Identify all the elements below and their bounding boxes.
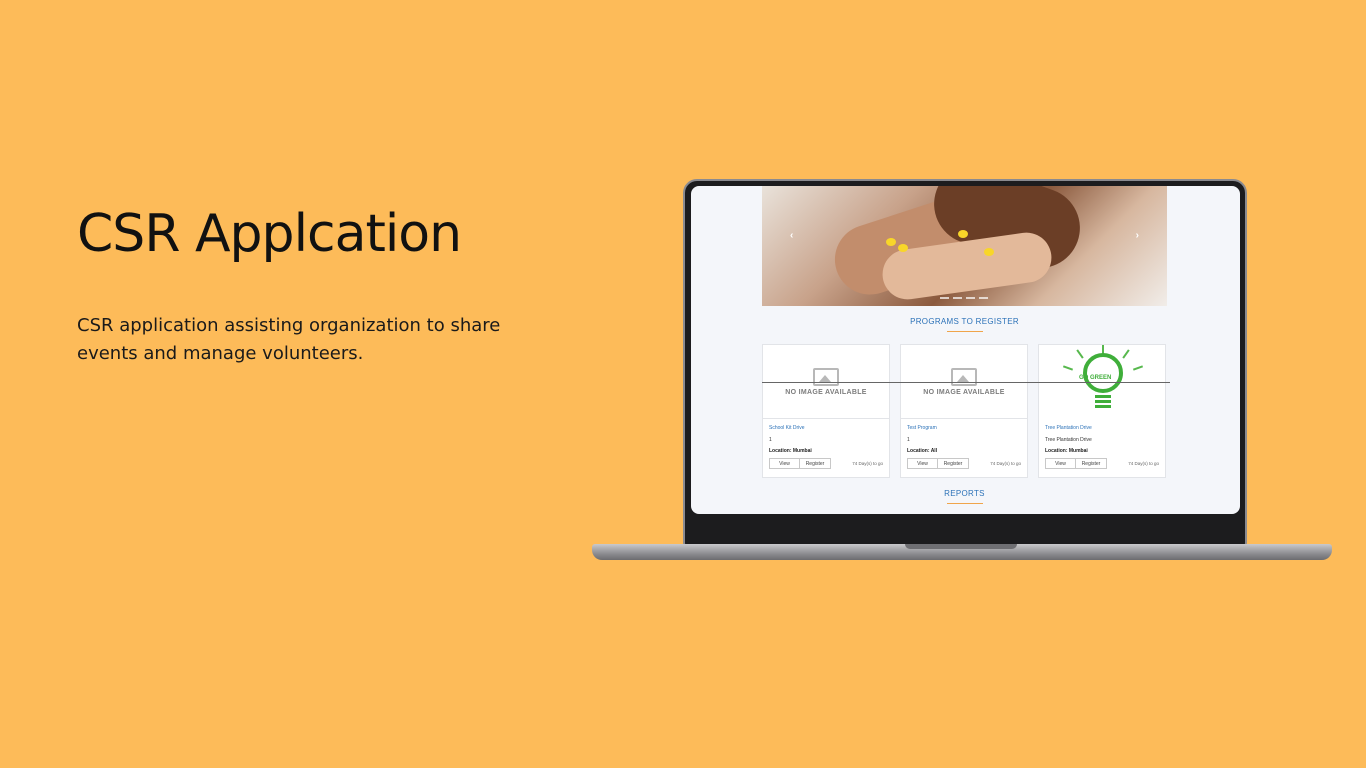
carousel-dot[interactable] — [940, 297, 949, 299]
register-button[interactable]: Register — [800, 458, 831, 469]
carousel-image-shape — [886, 238, 896, 246]
programs-underline — [947, 331, 983, 332]
divider-line — [762, 382, 1170, 383]
days-remaining: 74 Day(s) to go — [1128, 460, 1159, 466]
days-remaining: 74 Day(s) to go — [852, 460, 883, 466]
go-green-image-shape — [1132, 365, 1144, 371]
view-button[interactable]: View — [769, 458, 800, 469]
card-description: 1 — [769, 437, 772, 443]
card-location: Location: All — [907, 448, 938, 454]
card-location: Location: Mumbai — [769, 448, 812, 454]
go-green-image-shape — [1122, 349, 1130, 359]
chevron-right-icon[interactable]: › — [1136, 230, 1139, 241]
card-description: 1 — [907, 437, 910, 443]
program-card[interactable]: GO GREEN Tree Plantation Drive Tree Plan… — [1038, 344, 1166, 478]
card-title[interactable]: School Kit Drive — [769, 425, 883, 431]
go-green-image-shape — [1095, 395, 1111, 409]
carousel-dot[interactable] — [966, 297, 975, 299]
card-title[interactable]: Test Program — [907, 425, 1021, 431]
laptop-notch — [905, 544, 1017, 549]
programs-heading: PROGRAMS TO REGISTER — [910, 317, 1019, 326]
carousel-dot[interactable] — [953, 297, 962, 299]
hero-title: CSR Applcation — [77, 204, 462, 264]
hero-carousel[interactable]: ‹ › — [762, 186, 1167, 306]
hero-description: CSR application assisting organization t… — [77, 315, 501, 364]
lightbulb-icon — [1083, 353, 1123, 393]
carousel-image-shape — [898, 244, 908, 252]
carousel-dot[interactable] — [979, 297, 988, 299]
carousel-image-shape — [984, 248, 994, 256]
card-location: Location: Mumbai — [1045, 448, 1088, 454]
go-green-image-shape — [1076, 349, 1084, 359]
program-card[interactable]: NO IMAGE AVAILABLE Test Program 1 Locati… — [900, 344, 1028, 478]
go-green-image-shape — [1062, 365, 1074, 371]
reports-underline — [947, 503, 983, 504]
card-description: Tree Plantation Drive — [1045, 437, 1092, 443]
register-button[interactable]: Register — [938, 458, 969, 469]
no-image-text: NO IMAGE AVAILABLE — [923, 388, 1005, 396]
reports-heading: REPORTS — [944, 489, 985, 498]
no-image-text: NO IMAGE AVAILABLE — [785, 388, 867, 396]
days-remaining: 74 Day(s) to go — [990, 460, 1021, 466]
view-button[interactable]: View — [907, 458, 938, 469]
program-card[interactable]: NO IMAGE AVAILABLE School Kit Drive 1 Lo… — [762, 344, 890, 478]
carousel-image-shape — [958, 230, 968, 238]
chevron-left-icon[interactable]: ‹ — [790, 230, 793, 241]
card-title[interactable]: Tree Plantation Drive — [1045, 425, 1159, 431]
register-button[interactable]: Register — [1076, 458, 1107, 469]
carousel-indicators[interactable] — [940, 297, 988, 299]
view-button[interactable]: View — [1045, 458, 1076, 469]
go-green-label: GO GREEN — [1079, 375, 1112, 381]
laptop-screen: ‹ › PROGRAMS TO REGISTER NO IMAGE AVAILA… — [691, 186, 1240, 514]
